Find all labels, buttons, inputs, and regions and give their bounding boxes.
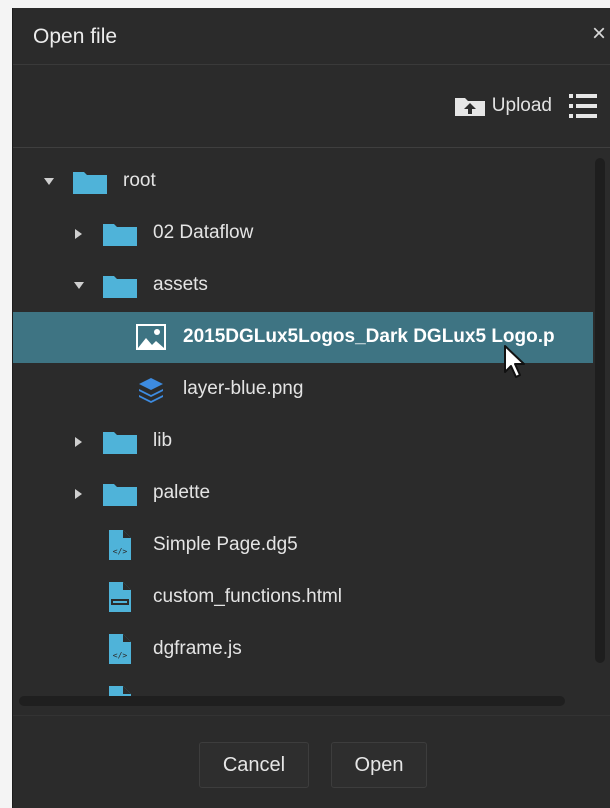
tree-item-lib[interactable]: lib	[13, 416, 593, 467]
folder-upload-icon	[454, 98, 485, 116]
folder-icon	[103, 432, 137, 454]
tree-item-label: lib	[153, 430, 173, 451]
code-file-icon: </>	[109, 530, 131, 560]
open-button[interactable]: Open	[331, 742, 427, 788]
tree-item-label: custom_functions.html	[153, 586, 343, 607]
folder-icon	[103, 224, 137, 246]
cancel-button[interactable]: Cancel	[199, 742, 309, 788]
upload-button[interactable]: Upload	[454, 92, 552, 120]
expanded-arrow-icon[interactable]	[71, 278, 87, 294]
tree-item-label: palette	[153, 482, 211, 503]
tree-item-label: 02 Dataflow	[153, 222, 254, 243]
image-file-icon	[136, 324, 166, 350]
footer-divider	[13, 715, 610, 716]
close-icon[interactable]: ×	[592, 22, 606, 46]
collapsed-arrow-icon[interactable]	[71, 226, 87, 242]
layers-icon	[139, 378, 163, 403]
tree-item-label: assets	[153, 274, 208, 295]
tree-item-label: layer-blue.png	[183, 378, 304, 399]
code-file-icon: </>	[109, 634, 131, 664]
tree-item-label: root	[123, 170, 156, 191]
folder-icon	[103, 484, 137, 506]
tree-item-label: Simple Page.dg5	[153, 534, 298, 555]
dialog-title: Open file	[33, 25, 118, 48]
upload-label: Upload	[491, 95, 552, 116]
tree-item-simple-page[interactable]: </> Simple Page.dg5	[13, 520, 593, 571]
tree-item-assets[interactable]: assets	[13, 260, 593, 311]
folder-icon	[73, 172, 107, 194]
tree-item-label: 2015DGLux5Logos_Dark DGLux5 Logo.p	[183, 326, 555, 347]
open-file-dialog: Open file × Upload root 02 Dataflow asse…	[12, 8, 610, 808]
tree-item-dgframe[interactable]: </> dgframe.js	[13, 624, 593, 675]
list-menu-icon[interactable]	[568, 91, 598, 121]
tree-item-custom-functions[interactable]: custom_functions.html	[13, 572, 593, 623]
html-file-icon	[109, 582, 131, 612]
file-tree: root 02 Dataflow assets 2015DGLux5Logos_…	[13, 148, 605, 700]
vertical-scrollbar[interactable]	[595, 158, 605, 663]
dialog-titlebar: Open file ×	[13, 8, 610, 65]
tree-item-label: dgframe.js	[153, 638, 242, 659]
horizontal-scrollbar[interactable]	[19, 696, 565, 706]
dialog-toolbar: Upload	[13, 65, 610, 148]
folder-icon	[103, 276, 137, 298]
svg-text:</>: </>	[113, 547, 128, 556]
svg-text:</>: </>	[113, 651, 128, 660]
mouse-cursor-icon	[504, 345, 525, 378]
expanded-arrow-icon[interactable]	[41, 174, 57, 190]
tree-item-root[interactable]: root	[13, 156, 593, 207]
tree-item-02-dataflow[interactable]: 02 Dataflow	[13, 208, 593, 259]
collapsed-arrow-icon[interactable]	[71, 434, 87, 450]
collapsed-arrow-icon[interactable]	[71, 486, 87, 502]
tree-item-palette[interactable]: palette	[13, 468, 593, 519]
